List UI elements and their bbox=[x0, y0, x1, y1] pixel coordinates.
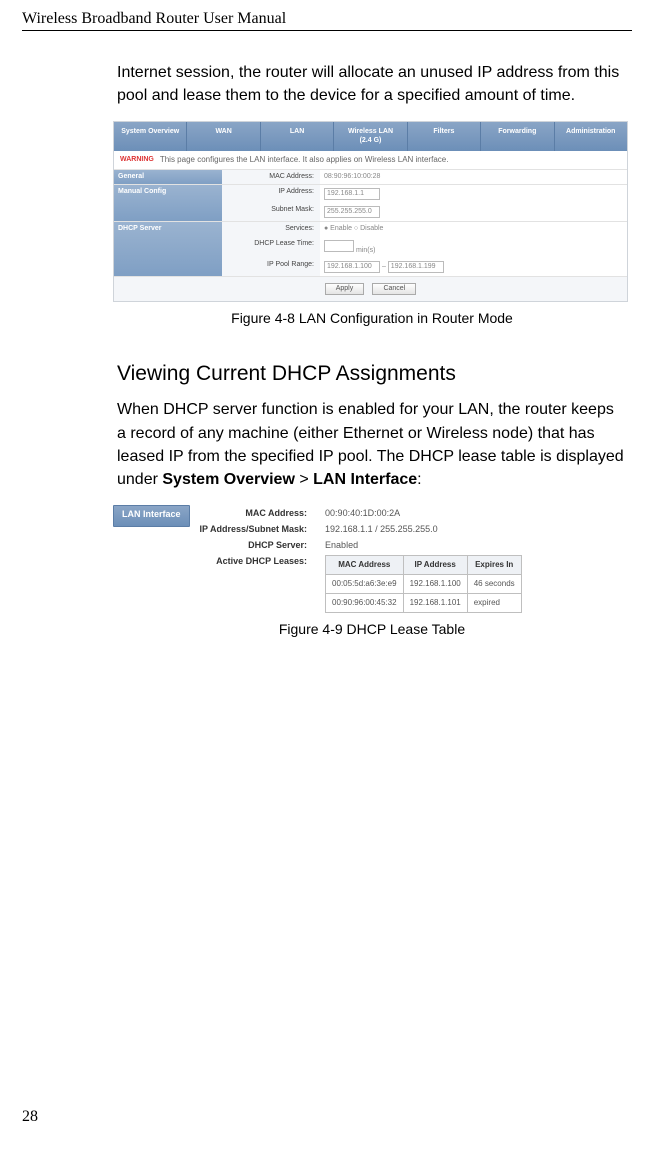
tab-filters[interactable]: Filters bbox=[408, 122, 481, 151]
label-services: Services: bbox=[222, 222, 320, 236]
th-mac: MAC Address bbox=[326, 556, 404, 575]
th-expires: Expires In bbox=[467, 556, 521, 575]
tab-forwarding[interactable]: Forwarding bbox=[481, 122, 554, 151]
label-mac: MAC Address: bbox=[200, 505, 308, 521]
dhcp-lease-table: MAC Address IP Address Expires In 00:05:… bbox=[325, 555, 522, 613]
running-header: Wireless Broadband Router User Manual bbox=[22, 10, 632, 31]
label-active-leases: Active DHCP Leases: bbox=[200, 553, 308, 569]
dhcp-section-paragraph: When DHCP server function is enabled for… bbox=[117, 398, 627, 491]
figure-4-8-caption: Figure 4-8 LAN Configuration in Router M… bbox=[117, 310, 627, 326]
value-mac-address: 08:90:96:10:00:28 bbox=[320, 170, 627, 184]
tab-wan[interactable]: WAN bbox=[187, 122, 260, 151]
apply-button[interactable]: Apply bbox=[325, 283, 365, 295]
ip-pool-range-value[interactable]: 192.168.1.100 – 192.168.1.199 bbox=[320, 258, 627, 276]
table-row: 00:05:5d:a6:3e:e9 192.168.1.100 46 secon… bbox=[326, 575, 522, 594]
config-note-text: This page configures the LAN interface. … bbox=[160, 155, 449, 165]
tab-system-overview[interactable]: System Overview bbox=[114, 122, 187, 151]
section-heading-dhcp-assignments: Viewing Current DHCP Assignments bbox=[117, 362, 627, 386]
label-ip-pool-range: IP Pool Range: bbox=[222, 258, 320, 276]
label-subnet-mask: Subnet Mask: bbox=[222, 203, 320, 221]
subnet-mask-input[interactable]: 255.255.255.0 bbox=[324, 206, 380, 218]
section-dhcp-server: DHCP Server bbox=[114, 222, 222, 276]
tab-lan[interactable]: LAN bbox=[261, 122, 334, 151]
tab-wireless-lan[interactable]: Wireless LAN (2.4 G) bbox=[334, 122, 407, 151]
ip-address-input[interactable]: 192.168.1.1 bbox=[324, 188, 380, 200]
table-row: 00:90:96:00:45:32 192.168.1.101 expired bbox=[326, 594, 522, 613]
tab-administration[interactable]: Administration bbox=[555, 122, 627, 151]
dhcp-lease-time-input[interactable] bbox=[324, 240, 354, 252]
value-mac: 00:90:40:1D:00:2A bbox=[325, 505, 522, 521]
config-note: WARNING This page configures the LAN int… bbox=[114, 151, 627, 170]
value-ip-subnet: 192.168.1.1 / 255.255.255.0 bbox=[325, 521, 522, 537]
label-mac-address: MAC Address: bbox=[222, 170, 320, 184]
cancel-button[interactable]: Cancel bbox=[372, 283, 416, 295]
section-general: General bbox=[114, 170, 222, 184]
section-manual-config: Manual Config bbox=[114, 185, 222, 221]
figure-dhcp-lease-table: LAN Interface MAC Address: IP Address/Su… bbox=[113, 505, 626, 613]
router-nav-tabs: System Overview WAN LAN Wireless LAN (2.… bbox=[114, 122, 627, 151]
page-number: 28 bbox=[22, 1108, 38, 1126]
label-ip-address: IP Address: bbox=[222, 185, 320, 203]
th-ip: IP Address bbox=[403, 556, 467, 575]
label-dhcp-server: DHCP Server: bbox=[200, 537, 308, 553]
services-radio[interactable]: ● Enable ○ Disable bbox=[320, 222, 627, 236]
figure-lan-config: System Overview WAN LAN Wireless LAN (2.… bbox=[113, 121, 628, 302]
lan-interface-badge: LAN Interface bbox=[113, 505, 190, 527]
value-dhcp-server: Enabled bbox=[325, 537, 522, 553]
intro-paragraph: Internet session, the router will alloca… bbox=[117, 61, 627, 107]
label-dhcp-lease-time: DHCP Lease Time: bbox=[222, 237, 320, 258]
figure-4-9-caption: Figure 4-9 DHCP Lease Table bbox=[117, 621, 627, 637]
warning-icon: WARNING bbox=[120, 156, 154, 164]
label-ip-subnet: IP Address/Subnet Mask: bbox=[200, 521, 308, 537]
